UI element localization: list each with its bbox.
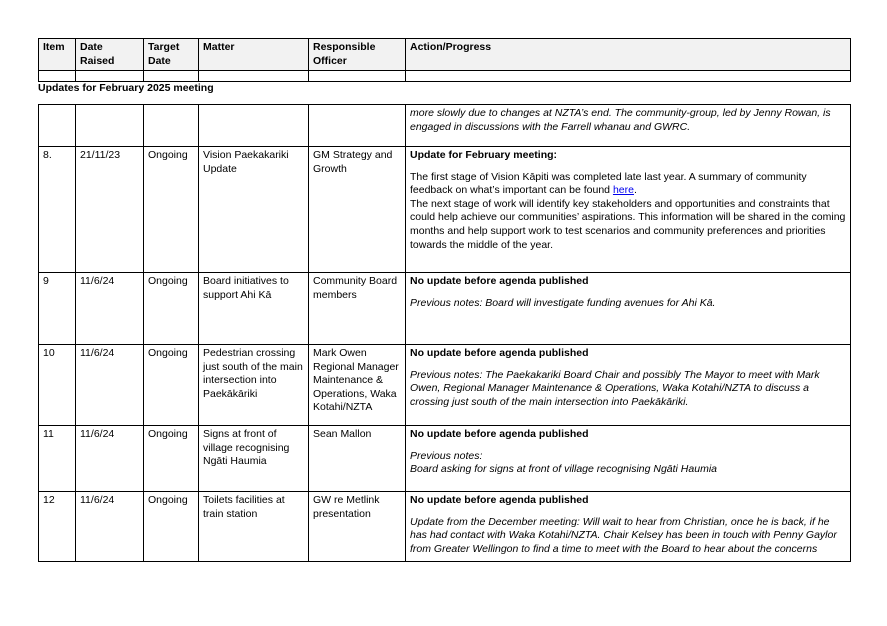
date-raised: 11/6/24 <box>75 425 144 492</box>
target-date: Ongoing <box>143 146 199 273</box>
previous-notes: Previous notes: The Paekakariki Board Ch… <box>410 368 820 408</box>
previous-notes: Board asking for signs at front of villa… <box>410 463 717 476</box>
main-table: more slowly due to changes at NZTA’s end… <box>38 104 851 562</box>
update-heading: Update for February meeting: <box>410 149 558 161</box>
col-item: Item <box>38 37 76 72</box>
col-responsible-officer: Responsible Officer <box>308 37 406 72</box>
item-number: 8. <box>38 146 76 273</box>
responsible-officer: Community Board members <box>308 272 406 345</box>
empty-cell <box>38 70 76 83</box>
matter: Toilets facilities at train station <box>198 491 309 562</box>
header-table: Item Date Raised Target Date Matter Respon… <box>38 37 851 83</box>
col-action-progress: Action/Progress <box>405 37 851 72</box>
col-target-date: Target Date <box>143 37 199 72</box>
table-row: 8. 21/11/23 Ongoing Vision Paekakariki U… <box>38 146 851 273</box>
empty-cell <box>308 70 406 83</box>
table-row: more slowly due to changes at NZTA’s end… <box>38 104 851 147</box>
empty-cell <box>198 70 309 83</box>
update-heading: No update before agenda published <box>410 275 589 287</box>
target-date: Ongoing <box>143 344 199 426</box>
col-target-line1: Target <box>148 41 180 53</box>
date-raised: 21/11/23 <box>75 146 144 273</box>
item-number: 11 <box>38 425 76 492</box>
empty-cell <box>38 104 76 147</box>
target-date: Ongoing <box>143 272 199 345</box>
matter: Signs at front of village recognising Ng… <box>198 425 309 492</box>
col-date-raised-line2: Raised <box>80 54 115 67</box>
action-cell: more slowly due to changes at NZTA’s end… <box>405 104 851 147</box>
col-date-raised-line1: Date <box>80 41 103 53</box>
date-raised: 11/6/24 <box>75 491 144 562</box>
empty-cell <box>143 104 199 147</box>
col-matter: Matter <box>198 37 309 72</box>
empty-cell <box>405 70 851 83</box>
update-heading: No update before agenda published <box>410 347 589 359</box>
responsible-officer: GW re Metlink presentation <box>308 491 406 562</box>
responsible-officer: GM Strategy and Growth <box>308 146 406 273</box>
header-row: Item Date Raised Target Date Matter Respon… <box>38 37 851 72</box>
update-paragraph: The first stage of Vision Kāpiti was com… <box>410 171 846 198</box>
item-number: 12 <box>38 491 76 562</box>
item-number: 10 <box>38 344 76 426</box>
matter: Vision Paekakariki Update <box>198 146 309 273</box>
item-number: 9 <box>38 272 76 345</box>
table-row: 12 11/6/24 Ongoing Toilets facilities at… <box>38 491 851 562</box>
col-resp-line1: Responsible <box>313 41 376 53</box>
target-date: Ongoing <box>143 491 199 562</box>
responsible-officer: Mark Owen Regional Manager Maintenance &… <box>308 344 406 426</box>
empty-cell <box>308 104 406 147</box>
previous-notes-label: Previous notes: <box>410 449 483 462</box>
update-heading: No update before agenda published <box>410 428 589 440</box>
responsible-officer: Sean Mallon <box>308 425 406 492</box>
matter: Pedestrian crossing just south of the ma… <box>198 344 309 426</box>
empty-cell <box>75 70 144 83</box>
action-cell: No update before agenda published Previo… <box>405 425 851 492</box>
update-paragraph-2: The next stage of work will identify key… <box>410 197 846 251</box>
previous-notes: Previous notes: Board will investigate f… <box>410 296 716 309</box>
update-text: The first stage of Vision Kāpiti was com… <box>410 170 807 197</box>
update-heading: No update before agenda published <box>410 494 589 506</box>
col-date-raised: Date Raised <box>75 37 144 72</box>
empty-cell <box>198 104 309 147</box>
empty-cell <box>143 70 199 83</box>
action-cell: No update before agenda published Update… <box>405 491 851 562</box>
action-cell: Update for February meeting: The first s… <box>405 146 851 273</box>
table-row: 11 11/6/24 Ongoing Signs at front of vil… <box>38 425 851 492</box>
date-raised: 11/6/24 <box>75 344 144 426</box>
action-cell: No update before agenda published Previo… <box>405 344 851 426</box>
date-raised: 11/6/24 <box>75 272 144 345</box>
section-title: Updates for February 2025 meeting <box>38 82 214 94</box>
col-target-line2: Date <box>148 54 171 67</box>
table-row: 9 11/6/24 Ongoing Board initiatives to s… <box>38 272 851 345</box>
empty-cell <box>75 104 144 147</box>
action-cell: No update before agenda published Previo… <box>405 272 851 345</box>
target-date: Ongoing <box>143 425 199 492</box>
matter: Board initiatives to support Ahi Kā <box>198 272 309 345</box>
here-link[interactable]: here <box>613 184 634 196</box>
header-empty-row <box>38 70 851 83</box>
update-text-end: . <box>633 184 637 197</box>
col-resp-line2: Officer <box>313 54 347 67</box>
december-update: Update from the December meeting: Will w… <box>410 515 837 555</box>
continued-text: more slowly due to changes at NZTA’s end… <box>410 107 831 133</box>
table-row: 10 11/6/24 Ongoing Pedestrian crossing j… <box>38 344 851 426</box>
